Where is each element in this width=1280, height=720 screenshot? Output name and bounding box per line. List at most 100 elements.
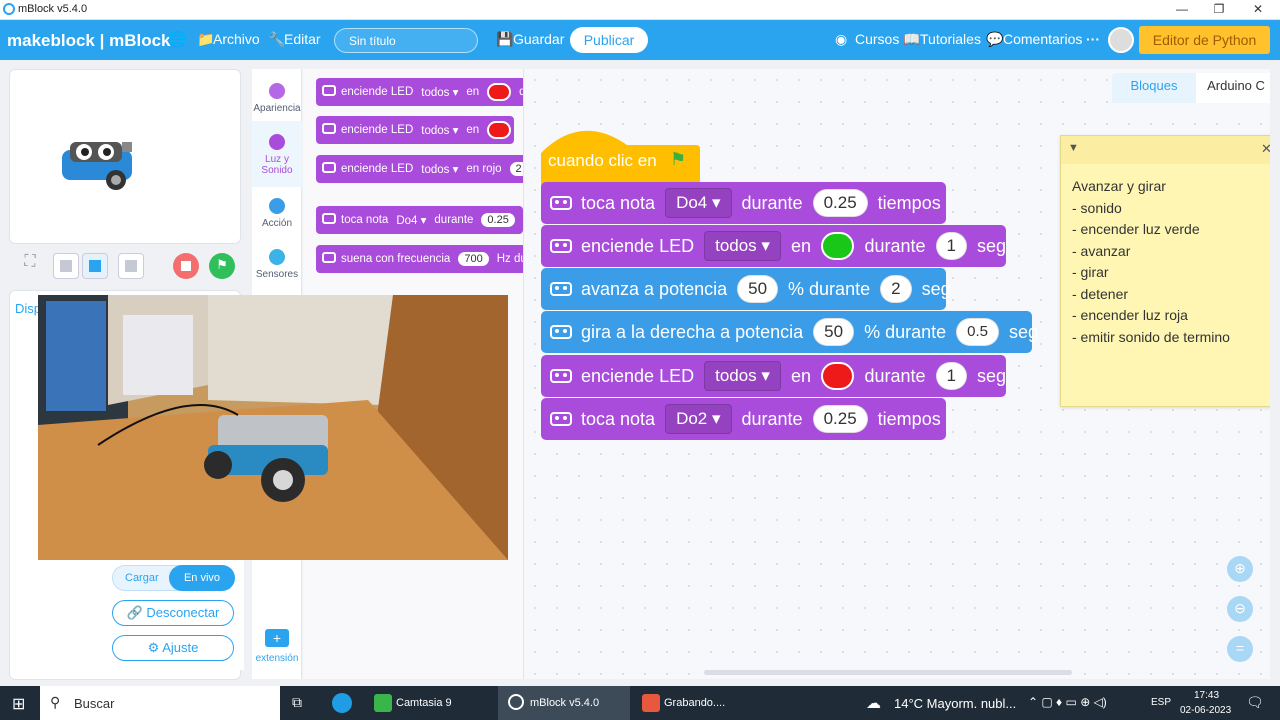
seconds-input[interactable]: 0.5 (956, 318, 999, 346)
avatar[interactable] (1108, 27, 1134, 53)
settings-button[interactable]: ⚙ Ajuste (112, 635, 234, 661)
large-stage-icon[interactable] (82, 253, 108, 279)
seconds-input[interactable]: 1 (935, 232, 967, 260)
python-editor-button[interactable]: Editor de Python (1139, 26, 1270, 54)
category-sensores[interactable]: Sensores (252, 249, 302, 280)
palette-block-note[interactable]: toca nota Do4 ▾ durante 0.25 (316, 206, 523, 234)
taskbar-camtasia[interactable]: Camtasia 9 (366, 686, 494, 720)
power-input[interactable]: 50 (737, 275, 779, 303)
led-red-block[interactable]: enciende LED todos ▾ en durante 1 seg (541, 355, 1006, 397)
add-extension-button[interactable]: + extensión (252, 629, 302, 664)
led-dropdown[interactable]: todos ▾ (704, 231, 781, 261)
live-mode-button[interactable]: En vivo (169, 565, 235, 591)
note-header[interactable]: ▼ ✕ (1061, 136, 1270, 164)
category-dot (269, 249, 285, 265)
green-color-swatch[interactable] (820, 232, 855, 260)
code-workspace[interactable]: Bloques Arduino C cuando clic en ⚑ toca … (523, 69, 1270, 679)
menu-comentarios[interactable]: Comentarios (1003, 31, 1082, 47)
play-note-block[interactable]: toca nota Do4 ▾ durante 0.25 tiempos (541, 182, 946, 224)
language-indicator[interactable]: ESP (1151, 697, 1171, 708)
weather-text[interactable]: 14°C Mayorm. nubl... (894, 696, 1016, 711)
close-icon[interactable]: ✕ (1261, 141, 1270, 157)
robot-icon (322, 85, 336, 96)
connection-panel: Cargar En vivo 🔗 Desconectar ⚙ Ajuste (104, 560, 244, 670)
menu-tutoriales[interactable]: Tutoriales (920, 31, 981, 47)
robot-icon (322, 123, 336, 134)
grid-view-icon[interactable] (118, 253, 144, 279)
turn-right-block[interactable]: gira a la derecha a potencia 50% durante 0… (541, 311, 1038, 353)
minimize-button[interactable]: — (1162, 2, 1202, 16)
play-note-block[interactable]: toca nota Do2 ▾ durante 0.25 tiempos (541, 398, 946, 440)
category-accion[interactable]: Acción (252, 198, 302, 229)
collapse-icon[interactable]: ▼ (1068, 142, 1079, 154)
save-button[interactable]: Guardar (513, 31, 564, 47)
publish-button[interactable]: Publicar (570, 27, 648, 53)
maximize-button[interactable]: ❐ (1199, 2, 1239, 16)
palette-block-led[interactable]: enciende LED todos ▾ en (316, 116, 514, 144)
project-name-input[interactable] (334, 28, 478, 53)
upload-mode-button[interactable]: Cargar (125, 572, 159, 584)
menu-bar: makeblock | mBlock 🌐 📁 Archivo 🔧 Editar … (0, 20, 1280, 60)
search-icon: ⚲ (50, 694, 61, 710)
link-icon: 🔗 (126, 605, 147, 620)
zoom-in-icon[interactable]: ⊕ (1227, 556, 1253, 582)
taskbar-mblock[interactable]: mBlock v5.4.0 (498, 686, 630, 720)
zoom-reset-icon[interactable]: = (1227, 636, 1253, 662)
palette-block-led[interactable]: enciende LEDtodos ▾endu (316, 78, 523, 106)
led-dropdown[interactable]: todos ▾ (704, 361, 781, 391)
power-input[interactable]: 50 (813, 318, 855, 346)
robot-icon (322, 162, 336, 173)
close-button[interactable]: ✕ (1238, 2, 1278, 16)
color-swatch[interactable] (487, 121, 512, 139)
taskbar-recording[interactable]: Grabando.... (634, 686, 754, 720)
menu-cursos[interactable]: Cursos (855, 31, 899, 47)
globe-icon[interactable]: 🌐 (168, 30, 187, 48)
comment-note[interactable]: ▼ ✕ Avanzar y girar - sonido - encender … (1060, 135, 1270, 407)
beats-input[interactable]: 0.25 (812, 405, 868, 433)
note-text[interactable]: Avanzar y girar - sonido - encender luz … (1061, 164, 1270, 360)
tab-bloques[interactable]: Bloques (1112, 73, 1196, 103)
move-forward-block[interactable]: avanza a potencia 50% durante 2 seg (541, 268, 951, 310)
category-luz-sonido[interactable]: Luz y Sonido (252, 121, 302, 187)
tray-icons[interactable]: ⌃ ▢ ♦ ▭ ⊕ ◁) (1028, 695, 1107, 709)
palette-block-led-red[interactable]: enciende LED todos ▾ en rojo 2 (316, 155, 523, 183)
note-dropdown[interactable]: Do4 ▾ (665, 188, 732, 218)
category-dot (269, 198, 285, 214)
edge-icon[interactable] (332, 693, 352, 713)
folder-icon: 📁 (197, 31, 215, 47)
led-green-block[interactable]: enciende LED todos ▾ en durante 1 seg (541, 225, 1006, 267)
horizontal-scrollbar[interactable] (704, 670, 1072, 675)
taskbar-search[interactable]: ⚲ Buscar (40, 686, 280, 720)
seconds-input[interactable]: 2 (880, 275, 912, 303)
red-color-swatch[interactable] (820, 362, 855, 390)
stage-panel[interactable] (9, 69, 241, 244)
disconnect-button[interactable]: 🔗 Desconectar (112, 600, 234, 626)
menu-archivo[interactable]: Archivo (213, 31, 260, 47)
zoom-out-icon[interactable]: ⊖ (1227, 596, 1253, 622)
clock-time[interactable]: 17:43 (1194, 690, 1219, 701)
more-menu-icon[interactable]: ··· (1086, 31, 1100, 47)
small-stage-icon[interactable] (53, 253, 79, 279)
robot-sprite[interactable] (56, 132, 146, 192)
windows-start-icon[interactable]: ⊞ (12, 694, 25, 714)
fullscreen-icon[interactable]: ⛶ (17, 253, 43, 279)
menu-editar[interactable]: Editar (284, 31, 321, 47)
note-dropdown[interactable]: Do2 ▾ (665, 404, 732, 434)
color-swatch[interactable] (487, 83, 512, 101)
task-view-icon[interactable]: ⧉ (292, 694, 302, 711)
palette-block-frequency[interactable]: suena con frecuencia700Hz dura (316, 245, 523, 273)
robot-icon (550, 196, 572, 210)
mode-toggle[interactable]: Cargar En vivo (112, 565, 235, 591)
stop-button[interactable] (173, 253, 199, 279)
seconds-input[interactable]: 1 (935, 362, 967, 390)
gear-icon: ⚙ (147, 640, 163, 655)
windows-taskbar: ⊞ ⚲ Buscar ⧉ Camtasia 9 mBlock v5.4.0 Gr… (0, 686, 1280, 720)
tab-arduino-c[interactable]: Arduino C (1196, 73, 1270, 103)
notifications-icon[interactable]: 🗨 (1246, 694, 1264, 711)
window-title: mBlock v5.4.0 (18, 3, 88, 15)
disconnect-label: Desconectar (146, 605, 220, 620)
clock-date[interactable]: 02-06-2023 (1180, 705, 1231, 716)
green-flag-button[interactable]: ⚑ (209, 253, 235, 279)
category-apariencia[interactable]: Apariencia (252, 83, 302, 114)
beats-input[interactable]: 0.25 (812, 189, 868, 217)
